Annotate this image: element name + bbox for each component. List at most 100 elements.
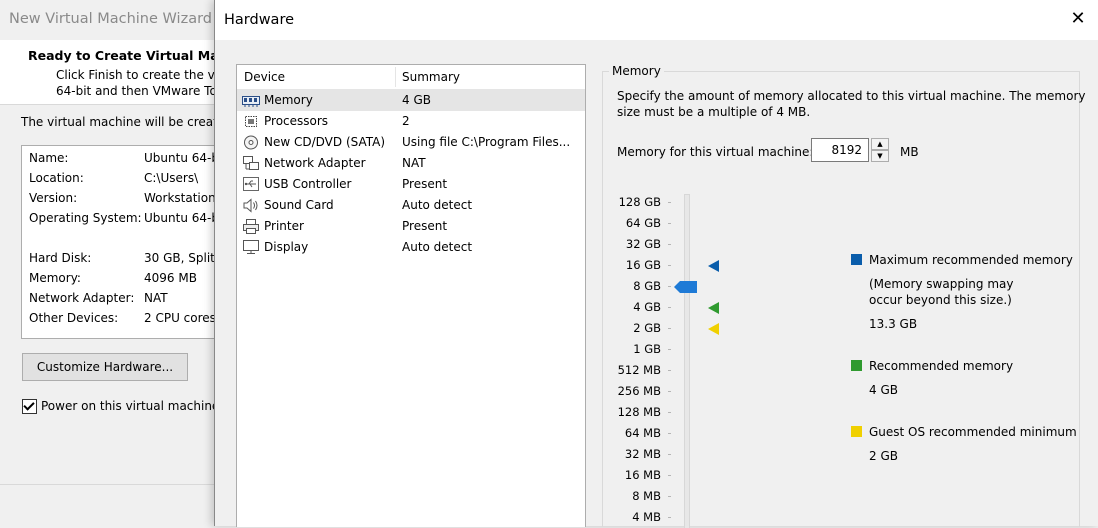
network-icon (243, 156, 259, 170)
scale-tick-mark (668, 223, 671, 224)
scale-tick-mark (668, 244, 671, 245)
memory-slider-thumb[interactable] (674, 281, 697, 293)
memory-description-line2: size must be a multiple of 4 MB. (617, 105, 811, 119)
summary-label-hard-disk: Hard Disk: (29, 251, 92, 265)
new-vm-wizard-window: New Virtual Machine Wizard Ready to Crea… (0, 0, 226, 526)
device-name: Network Adapter (264, 156, 366, 170)
processor-icon (245, 116, 257, 127)
guest-os-minimum-swatch (851, 426, 862, 437)
column-header-summary[interactable]: Summary (402, 70, 460, 84)
guest-os-minimum-label: Guest OS recommended minimum (869, 425, 1077, 439)
device-row-printer[interactable]: Printer Present (237, 216, 585, 237)
scale-tick-label: 128 GB (618, 195, 661, 209)
memory-slider-track[interactable] (684, 194, 690, 528)
max-recommended-swatch (851, 254, 862, 265)
scale-tick-label: 4 GB (633, 300, 661, 314)
summary-value-version: Workstation (144, 191, 216, 205)
device-summary: 2 (402, 114, 410, 128)
summary-label-version: Version: (29, 191, 78, 205)
memory-unit: MB (900, 145, 919, 159)
close-icon[interactable]: ✕ (1069, 9, 1087, 29)
device-summary: NAT (402, 156, 426, 170)
summary-label-os: Operating System: (29, 211, 142, 225)
dialog-titlebar: Hardware ✕ (215, 0, 1098, 40)
device-name: Sound Card (264, 198, 334, 212)
scale-tick-label: 4 MB (632, 510, 661, 524)
summary-label-network: Network Adapter: (29, 291, 135, 305)
summary-value-other: 2 CPU cores (144, 311, 216, 325)
scale-tick-label: 1 GB (633, 342, 661, 356)
wizard-header-subtitle-line1: Click Finish to create the vir (56, 68, 224, 82)
customize-hardware-button[interactable]: Customize Hardware... (22, 353, 188, 381)
column-header-device[interactable]: Device (244, 70, 285, 84)
scale-tick-mark (668, 265, 671, 266)
spin-up-icon[interactable]: ▲ (871, 138, 889, 150)
device-name: Display (264, 240, 309, 254)
guest-os-minimum-value: 2 GB (869, 449, 898, 463)
memory-spinner[interactable]: ▲ ▼ (871, 138, 889, 162)
recommended-label: Recommended memory (869, 359, 1014, 373)
scale-tick-mark (668, 286, 671, 287)
scale-tick-label: 64 GB (625, 216, 661, 230)
scale-tick-mark (668, 391, 671, 392)
summary-value-location: C:\Users\ (144, 171, 199, 185)
spin-down-icon[interactable]: ▼ (871, 150, 889, 162)
scale-tick-mark (668, 349, 671, 350)
memory-input[interactable] (811, 138, 869, 162)
max-recommended-value: 13.3 GB (869, 317, 918, 331)
device-list[interactable]: Device Summary Memory 4 GB Processors 2 (236, 64, 586, 527)
device-row-memory[interactable]: Memory 4 GB (237, 90, 585, 111)
summary-value-network: NAT (144, 291, 168, 305)
column-separator[interactable] (395, 67, 396, 87)
usb-icon (243, 177, 259, 191)
wizard-summary-box: Name: Ubuntu 64-b Location: C:\Users\ Ve… (21, 145, 222, 339)
device-name: Printer (264, 219, 304, 233)
summary-value-os: Ubuntu 64-b (144, 211, 219, 225)
scale-tick-label: 32 MB (624, 447, 661, 461)
scale-tick-label: 8 GB (633, 279, 661, 293)
device-row-usb[interactable]: USB Controller Present (237, 174, 585, 195)
scale-tick-mark (668, 496, 671, 497)
memory-group-label: Memory (609, 64, 664, 78)
dialog-title: Hardware (224, 12, 295, 28)
max-recommended-note-line1: (Memory swapping may (869, 277, 1014, 291)
device-row-network[interactable]: Network Adapter NAT (237, 153, 585, 174)
power-on-checkbox[interactable] (22, 399, 37, 414)
scale-tick-mark (668, 412, 671, 413)
scale-tick-label: 8 MB (632, 489, 661, 503)
device-summary: Present (402, 219, 448, 233)
hardware-dialog: Hardware ✕ Device Summary Memory 4 GB Pr… (214, 0, 1098, 528)
max-recommended-label: Maximum recommended memory (869, 253, 1073, 267)
device-row-display[interactable]: Display Auto detect (237, 237, 585, 258)
power-on-checkbox-row[interactable]: Power on this virtual machine (22, 399, 219, 414)
device-summary: 4 GB (402, 93, 431, 107)
device-row-cd-dvd[interactable]: New CD/DVD (SATA) Using file C:\Program … (237, 132, 585, 153)
scale-tick-label: 64 MB (624, 426, 661, 440)
device-summary: Using file C:\Program Files... (402, 135, 571, 149)
max-recommended-marker-icon (708, 260, 719, 272)
scale-tick-mark (668, 328, 671, 329)
wizard-title: New Virtual Machine Wizard (9, 11, 212, 27)
recommended-marker-icon (708, 302, 719, 314)
monitor-icon (243, 240, 259, 254)
scale-tick-label: 2 GB (633, 321, 661, 335)
summary-label-name: Name: (29, 151, 69, 165)
scale-tick-mark (668, 307, 671, 308)
scale-tick-mark (668, 454, 671, 455)
device-summary: Present (402, 177, 448, 191)
memory-icon (242, 96, 260, 107)
wizard-footer-divider (0, 484, 214, 485)
device-summary: Auto detect (402, 240, 473, 254)
scale-tick-mark (668, 370, 671, 371)
device-row-sound[interactable]: Sound Card Auto detect (237, 195, 585, 216)
scale-tick-label: 16 MB (624, 468, 661, 482)
summary-value-hard-disk: 30 GB, Split (144, 251, 215, 265)
wizard-header-title: Ready to Create Virtual Mac (28, 48, 227, 63)
memory-description-line1: Specify the amount of memory allocated t… (617, 89, 1086, 103)
scale-tick-mark (668, 433, 671, 434)
summary-value-name: Ubuntu 64-b (144, 151, 219, 165)
scale-tick-mark (668, 475, 671, 476)
device-row-processors[interactable]: Processors 2 (237, 111, 585, 132)
guest-os-minimum-marker-icon (708, 323, 719, 335)
recommended-value: 4 GB (869, 383, 898, 397)
